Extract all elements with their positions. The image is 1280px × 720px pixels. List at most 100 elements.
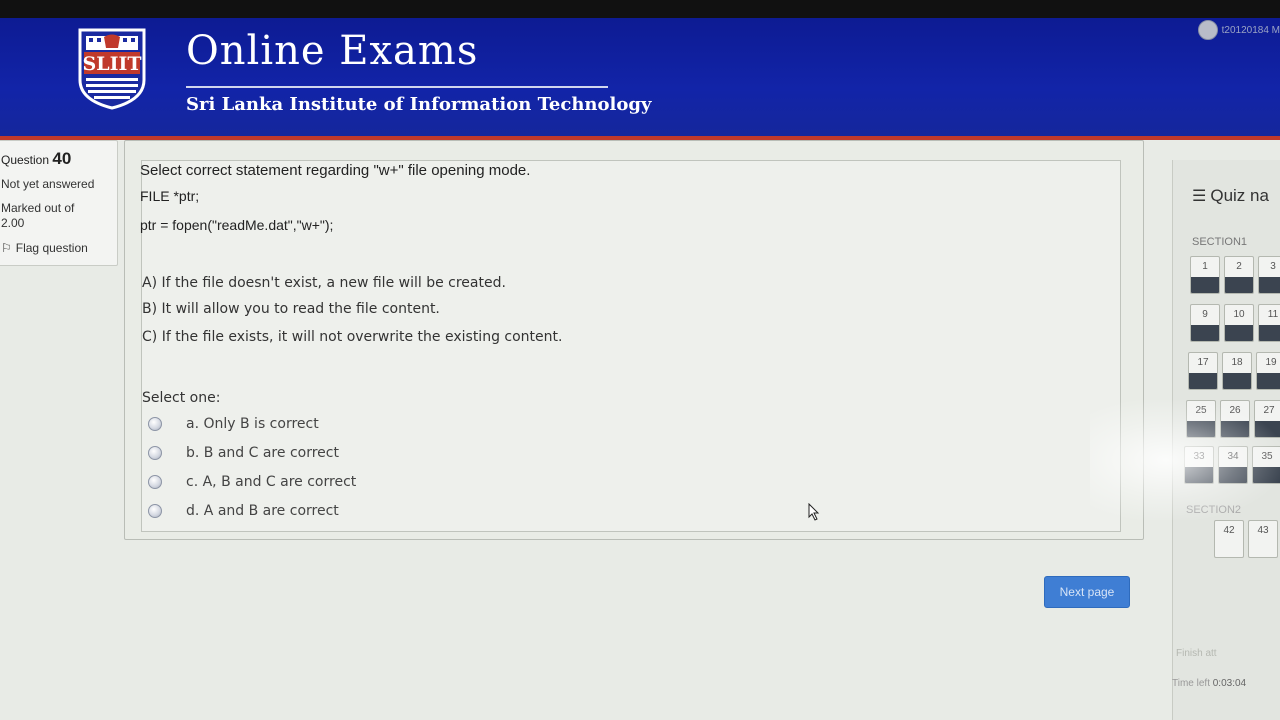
nav-question-42[interactable]: 42: [1214, 520, 1244, 558]
sliit-logo: SLIIT: [78, 28, 146, 110]
radio-button[interactable]: [148, 417, 162, 431]
answered-indicator: [1253, 467, 1280, 483]
answer-label[interactable]: c. A, B and C are correct: [186, 474, 356, 490]
nav-question-3[interactable]: 3: [1258, 256, 1280, 294]
site-header: SLIIT Online Exams Sri Lanka Institute o…: [0, 18, 1280, 140]
radio-button[interactable]: [148, 446, 162, 460]
answered-indicator: [1223, 373, 1251, 389]
nav-question-number: 18: [1231, 357, 1243, 368]
question-label: Question: [1, 153, 50, 167]
nav-question-number: 10: [1233, 309, 1245, 320]
next-page-button[interactable]: Next page: [1044, 576, 1130, 608]
nav-question-number: 25: [1195, 405, 1207, 416]
nav-question-33[interactable]: 33: [1184, 446, 1214, 484]
section-1-label: SECTION1: [1192, 236, 1248, 248]
nav-question-number: 26: [1229, 405, 1241, 416]
browser-top-bar: [0, 0, 1280, 20]
section-2-label: SECTION2: [1186, 504, 1242, 516]
statement-a: A) If the file doesn't exist, a new file…: [142, 275, 506, 291]
answer-label[interactable]: b. B and C are correct: [186, 445, 339, 461]
nav-question-number: 1: [1202, 261, 1208, 272]
site-subtitle: Sri Lanka Institute of Information Techn…: [186, 94, 652, 115]
user-name[interactable]: t20120184 M: [1222, 25, 1280, 36]
title-divider: [186, 86, 608, 88]
nav-question-1[interactable]: 1: [1190, 256, 1220, 294]
nav-question-34[interactable]: 34: [1218, 446, 1248, 484]
question-grade: Marked out of 2.00: [1, 201, 75, 230]
answered-indicator: [1225, 277, 1253, 293]
time-left: Time left 0:03:04: [1172, 678, 1246, 689]
nav-question-11[interactable]: 11: [1258, 304, 1280, 342]
answered-indicator: [1185, 467, 1213, 483]
answered-indicator: [1187, 421, 1215, 437]
nav-question-number: 33: [1193, 451, 1205, 462]
nav-question-18[interactable]: 18: [1222, 352, 1252, 390]
nav-question-number: 34: [1227, 451, 1239, 462]
select-one-label: Select one:: [142, 390, 221, 406]
quiz-nav-title-text: Quiz na: [1210, 186, 1269, 205]
finish-attempt-link[interactable]: Finish att: [1176, 648, 1217, 659]
answered-indicator: [1219, 467, 1247, 483]
answer-option-a[interactable]: a. Only B is correct: [148, 416, 319, 432]
nav-question-number: 27: [1263, 405, 1275, 416]
nav-question-number: 11: [1267, 309, 1279, 320]
question-code-line-2: ptr = fopen("readMe.dat","w+");: [140, 217, 334, 233]
answered-indicator: [1259, 325, 1280, 341]
nav-question-number: 42: [1223, 525, 1235, 536]
nav-question-9[interactable]: 9: [1190, 304, 1220, 342]
statement-c: C) If the file exists, it will not overw…: [142, 329, 563, 345]
nav-question-19[interactable]: 19: [1256, 352, 1280, 390]
answer-label[interactable]: d. A and B are correct: [186, 503, 339, 519]
radio-button[interactable]: [148, 475, 162, 489]
answer-label[interactable]: a. Only B is correct: [186, 416, 319, 432]
nav-question-35[interactable]: 35: [1252, 446, 1280, 484]
answered-indicator: [1221, 421, 1249, 437]
question-prompt: Select correct statement regarding "w+" …: [140, 162, 531, 179]
answered-indicator: [1255, 421, 1280, 437]
nav-question-17[interactable]: 17: [1188, 352, 1218, 390]
nav-question-number: 9: [1202, 309, 1208, 320]
question-number: Question 40: [1, 149, 71, 169]
quiz-nav-title: ☰ Quiz na: [1192, 186, 1269, 206]
answer-option-d[interactable]: d. A and B are correct: [148, 503, 339, 519]
question-info-panel: Question 40 Not yet answered Marked out …: [0, 140, 118, 266]
nav-question-number: 43: [1257, 525, 1269, 536]
nav-question-43[interactable]: 43: [1248, 520, 1278, 558]
user-menu[interactable]: t20120184 M: [1197, 16, 1280, 44]
answered-indicator: [1225, 325, 1253, 341]
site-title: Online Exams: [186, 28, 479, 74]
statement-b: B) It will allow you to read the file co…: [142, 301, 440, 317]
flag-question-button[interactable]: ⚐ Flag question: [1, 241, 88, 255]
nav-question-number: 2: [1236, 261, 1242, 272]
avatar[interactable]: [1197, 20, 1218, 40]
answered-indicator: [1189, 373, 1217, 389]
question-state: Not yet answered: [1, 177, 95, 191]
radio-button[interactable]: [148, 504, 162, 518]
time-left-label: Time left: [1172, 678, 1210, 689]
answered-indicator: [1191, 277, 1219, 293]
time-left-value: 0:03:04: [1212, 678, 1247, 689]
nav-question-number: 17: [1197, 357, 1209, 368]
flag-icon: ⚐: [1, 241, 12, 255]
answered-indicator: [1259, 277, 1280, 293]
answered-indicator: [1249, 541, 1277, 557]
nav-question-number: 35: [1261, 451, 1273, 462]
answer-option-c[interactable]: c. A, B and C are correct: [148, 474, 356, 490]
nav-question-2[interactable]: 2: [1224, 256, 1254, 294]
nav-question-number: 3: [1270, 261, 1276, 272]
mouse-pointer-icon: [808, 503, 820, 521]
flag-question-label: Flag question: [15, 241, 88, 255]
answered-indicator: [1257, 373, 1280, 389]
menu-icon: ☰: [1192, 188, 1207, 205]
nav-question-26[interactable]: 26: [1220, 400, 1250, 438]
nav-question-number: 19: [1265, 357, 1277, 368]
question-number-value: 40: [52, 149, 72, 168]
nav-question-10[interactable]: 10: [1224, 304, 1254, 342]
answered-indicator: [1191, 325, 1219, 341]
logo-text: SLIIT: [83, 53, 142, 75]
nav-question-25[interactable]: 25: [1186, 400, 1216, 438]
answer-option-b[interactable]: b. B and C are correct: [148, 445, 339, 461]
question-code-line-1: FILE *ptr;: [140, 188, 200, 204]
nav-question-27[interactable]: 27: [1254, 400, 1280, 438]
answered-indicator: [1215, 541, 1243, 557]
